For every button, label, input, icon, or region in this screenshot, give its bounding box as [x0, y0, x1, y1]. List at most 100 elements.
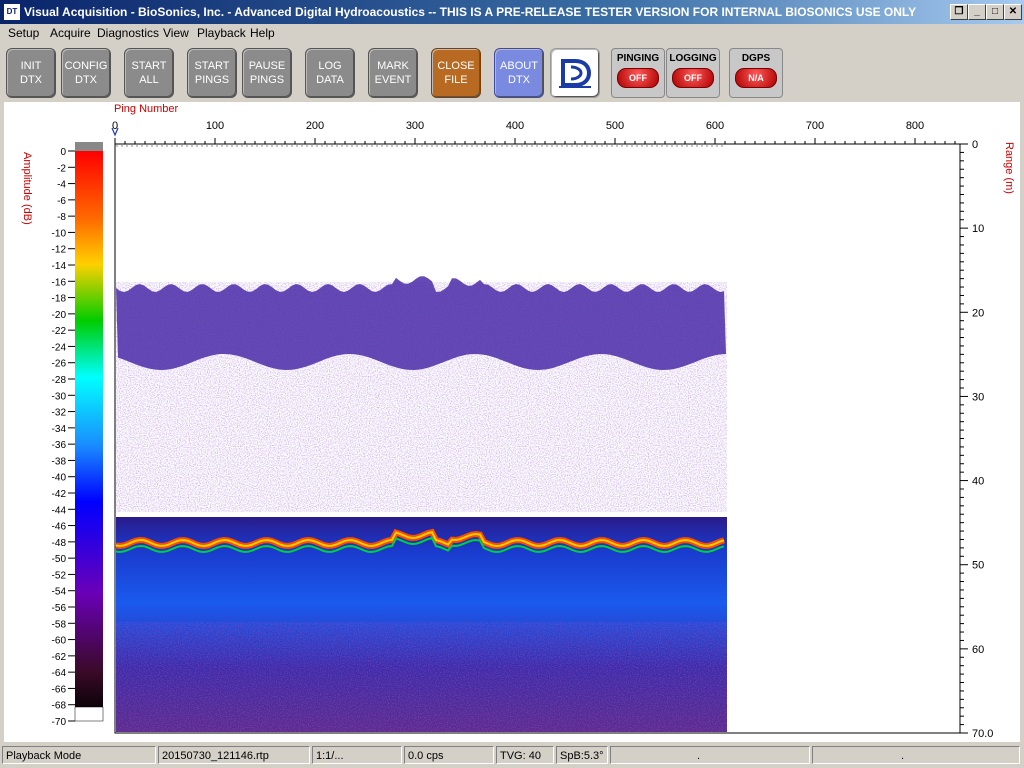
start-all-button[interactable]: START ALL	[124, 48, 174, 98]
logging-label: LOGGING	[669, 53, 717, 64]
range-tick-label: 0	[972, 139, 978, 151]
status-rate: 0.0 cps	[404, 746, 494, 764]
close-file-button[interactable]: CLOSE FILE	[431, 48, 481, 98]
colorbar-tick-label: -48	[52, 538, 67, 549]
colorbar-tick-label: -4	[57, 180, 66, 191]
x-tick-label: 700	[806, 120, 824, 132]
colorbar-top-cap	[75, 142, 103, 151]
status-mode: Playback Mode	[2, 746, 156, 764]
start-pings-button[interactable]: START PINGS	[187, 48, 237, 98]
menu-setup[interactable]: Setup	[8, 26, 39, 40]
x-tick-label: 400	[506, 120, 524, 132]
colorbar-tick-label: -66	[52, 684, 67, 695]
range-tick-label: 30	[972, 391, 984, 403]
status-tvg: TVG: 40	[496, 746, 554, 764]
init-dtx-button[interactable]: INIT DTX	[6, 48, 56, 98]
surface-layer	[116, 276, 726, 370]
colorbar-ticks: 0 -2 -4 -6 -8 -10 -12 -14 -16 -18 -20 -22 -24 -26 -28 -…	[52, 147, 75, 728]
colorbar-tick-label: -16	[52, 277, 67, 288]
logging-indicator[interactable]: LOGGING OFF	[666, 48, 720, 98]
colorbar-tick-label: -60	[52, 636, 67, 647]
config-dtx-label: CONFIG DTX	[64, 60, 108, 86]
colorbar-bottom-cap	[74, 706, 104, 722]
about-dtx-label: ABOUT DTX	[500, 60, 538, 86]
colorbar-tick-label: -58	[52, 619, 67, 630]
colorbar-tick-label: -70	[52, 717, 67, 728]
log-data-label: LOG DATA	[316, 60, 344, 86]
status-file: 20150730_121146.rtp	[158, 746, 310, 764]
mark-event-label: MARK EVENT	[374, 60, 412, 86]
dgps-label: DGPS	[741, 53, 771, 64]
colorbar-tick-label: -34	[52, 424, 67, 435]
pinging-state: OFF	[617, 68, 659, 88]
x-axis-ticks: 0 100 200 300 400 500 600 700 800	[112, 120, 956, 144]
about-dtx-button[interactable]: ABOUT DTX	[494, 48, 544, 98]
colorbar-tick-label: -46	[52, 522, 67, 533]
colorbar-tick-label: -36	[52, 440, 67, 451]
biosonics-logo-button[interactable]	[550, 48, 600, 98]
range-tick-label: 60	[972, 644, 984, 656]
menu-playback[interactable]: Playback	[197, 26, 246, 40]
bottom-noise	[116, 622, 727, 732]
colorbar-tick-label: -20	[52, 310, 67, 321]
toolbar: INIT DTX CONFIG DTX START ALL START PING…	[0, 42, 1024, 102]
colorbar-tick-label: -12	[52, 245, 67, 256]
close-icon[interactable]: ✕	[1004, 4, 1022, 20]
pinging-label: PINGING	[616, 53, 660, 64]
colorbar-tick-label: 0	[60, 147, 66, 158]
pause-pings-label: PAUSE PINGS	[248, 60, 286, 86]
colorbar-label: Amplitude (dB)	[21, 152, 33, 225]
menu-acquire[interactable]: Acquire	[50, 26, 91, 40]
config-dtx-button[interactable]: CONFIG DTX	[61, 48, 111, 98]
x-tick-label: 600	[706, 120, 724, 132]
x-tick-label: 800	[906, 120, 924, 132]
x-tick-label: 200	[306, 120, 324, 132]
range-tick-label: 40	[972, 476, 984, 488]
maximize-icon[interactable]: □	[986, 4, 1004, 20]
colorbar-tick-label: -42	[52, 489, 67, 500]
status-spb: SpB:5.3°	[556, 746, 608, 764]
x-axis-label: Ping Number	[114, 103, 179, 115]
x-tick-label: 100	[206, 120, 224, 132]
colorbar-tick-label: -62	[52, 652, 67, 663]
status-extra-2: .	[812, 746, 1020, 764]
menu-help[interactable]: Help	[250, 26, 275, 40]
status-extra-1: .	[610, 746, 810, 764]
colorbar-tick-label: -24	[52, 342, 67, 353]
echogram-svg: 0 -2 -4 -6 -8 -10 -12 -14 -16 -18 -20 -22 -24 -26 -28 -…	[21, 103, 1015, 740]
range-tick-label: 20	[972, 307, 984, 319]
restore-icon[interactable]: ❐	[950, 4, 968, 20]
minimize-icon[interactable]: _	[968, 4, 986, 20]
colorbar-tick-label: -18	[52, 294, 67, 305]
colorbar-tick-label: -26	[52, 359, 67, 370]
colorbar-tick-label: -40	[52, 473, 67, 484]
echogram-panel: 0 -2 -4 -6 -8 -10 -12 -14 -16 -18 -20 -22 -24 -26 -28 -…	[4, 102, 1020, 742]
pinging-indicator[interactable]: PINGING OFF	[611, 48, 665, 98]
logging-state: OFF	[672, 68, 714, 88]
menu-view[interactable]: View	[163, 26, 189, 40]
colorbar-tick-label: -68	[52, 701, 67, 712]
colorbar-tick-label: -56	[52, 603, 67, 614]
colorbar-tick-label: -64	[52, 668, 67, 679]
dgps-indicator[interactable]: DGPS N/A	[729, 48, 783, 98]
colorbar-tick-label: -32	[52, 408, 67, 419]
start-pings-label: START PINGS	[194, 60, 230, 86]
range-axis-ticks: 0 10 20 30 40 50 60 70.0	[960, 139, 993, 740]
status-bar: Playback Mode 20150730_121146.rtp 1:1/..…	[0, 744, 1024, 768]
window-title: Visual Acquisition - BioSonics, Inc. - A…	[24, 5, 917, 19]
colorbar-tick-label: -50	[52, 554, 67, 565]
close-file-label: CLOSE FILE	[437, 60, 475, 86]
mark-event-button[interactable]: MARK EVENT	[368, 48, 418, 98]
colorbar-tick-label: -6	[57, 196, 66, 207]
menu-diagnostics[interactable]: Diagnostics	[97, 26, 159, 40]
log-data-button[interactable]: LOG DATA	[305, 48, 355, 98]
init-dtx-label: INIT DTX	[20, 60, 42, 86]
colorbar-tick-label: -8	[57, 212, 66, 223]
colorbar-tick-label: -44	[52, 505, 67, 516]
colorbar-tick-label: -54	[52, 587, 67, 598]
colorbar	[75, 151, 103, 717]
range-tick-label: 10	[972, 223, 984, 235]
colorbar-tick-label: -22	[52, 326, 67, 337]
pause-pings-button[interactable]: PAUSE PINGS	[242, 48, 292, 98]
x-tick-label: 300	[406, 120, 424, 132]
